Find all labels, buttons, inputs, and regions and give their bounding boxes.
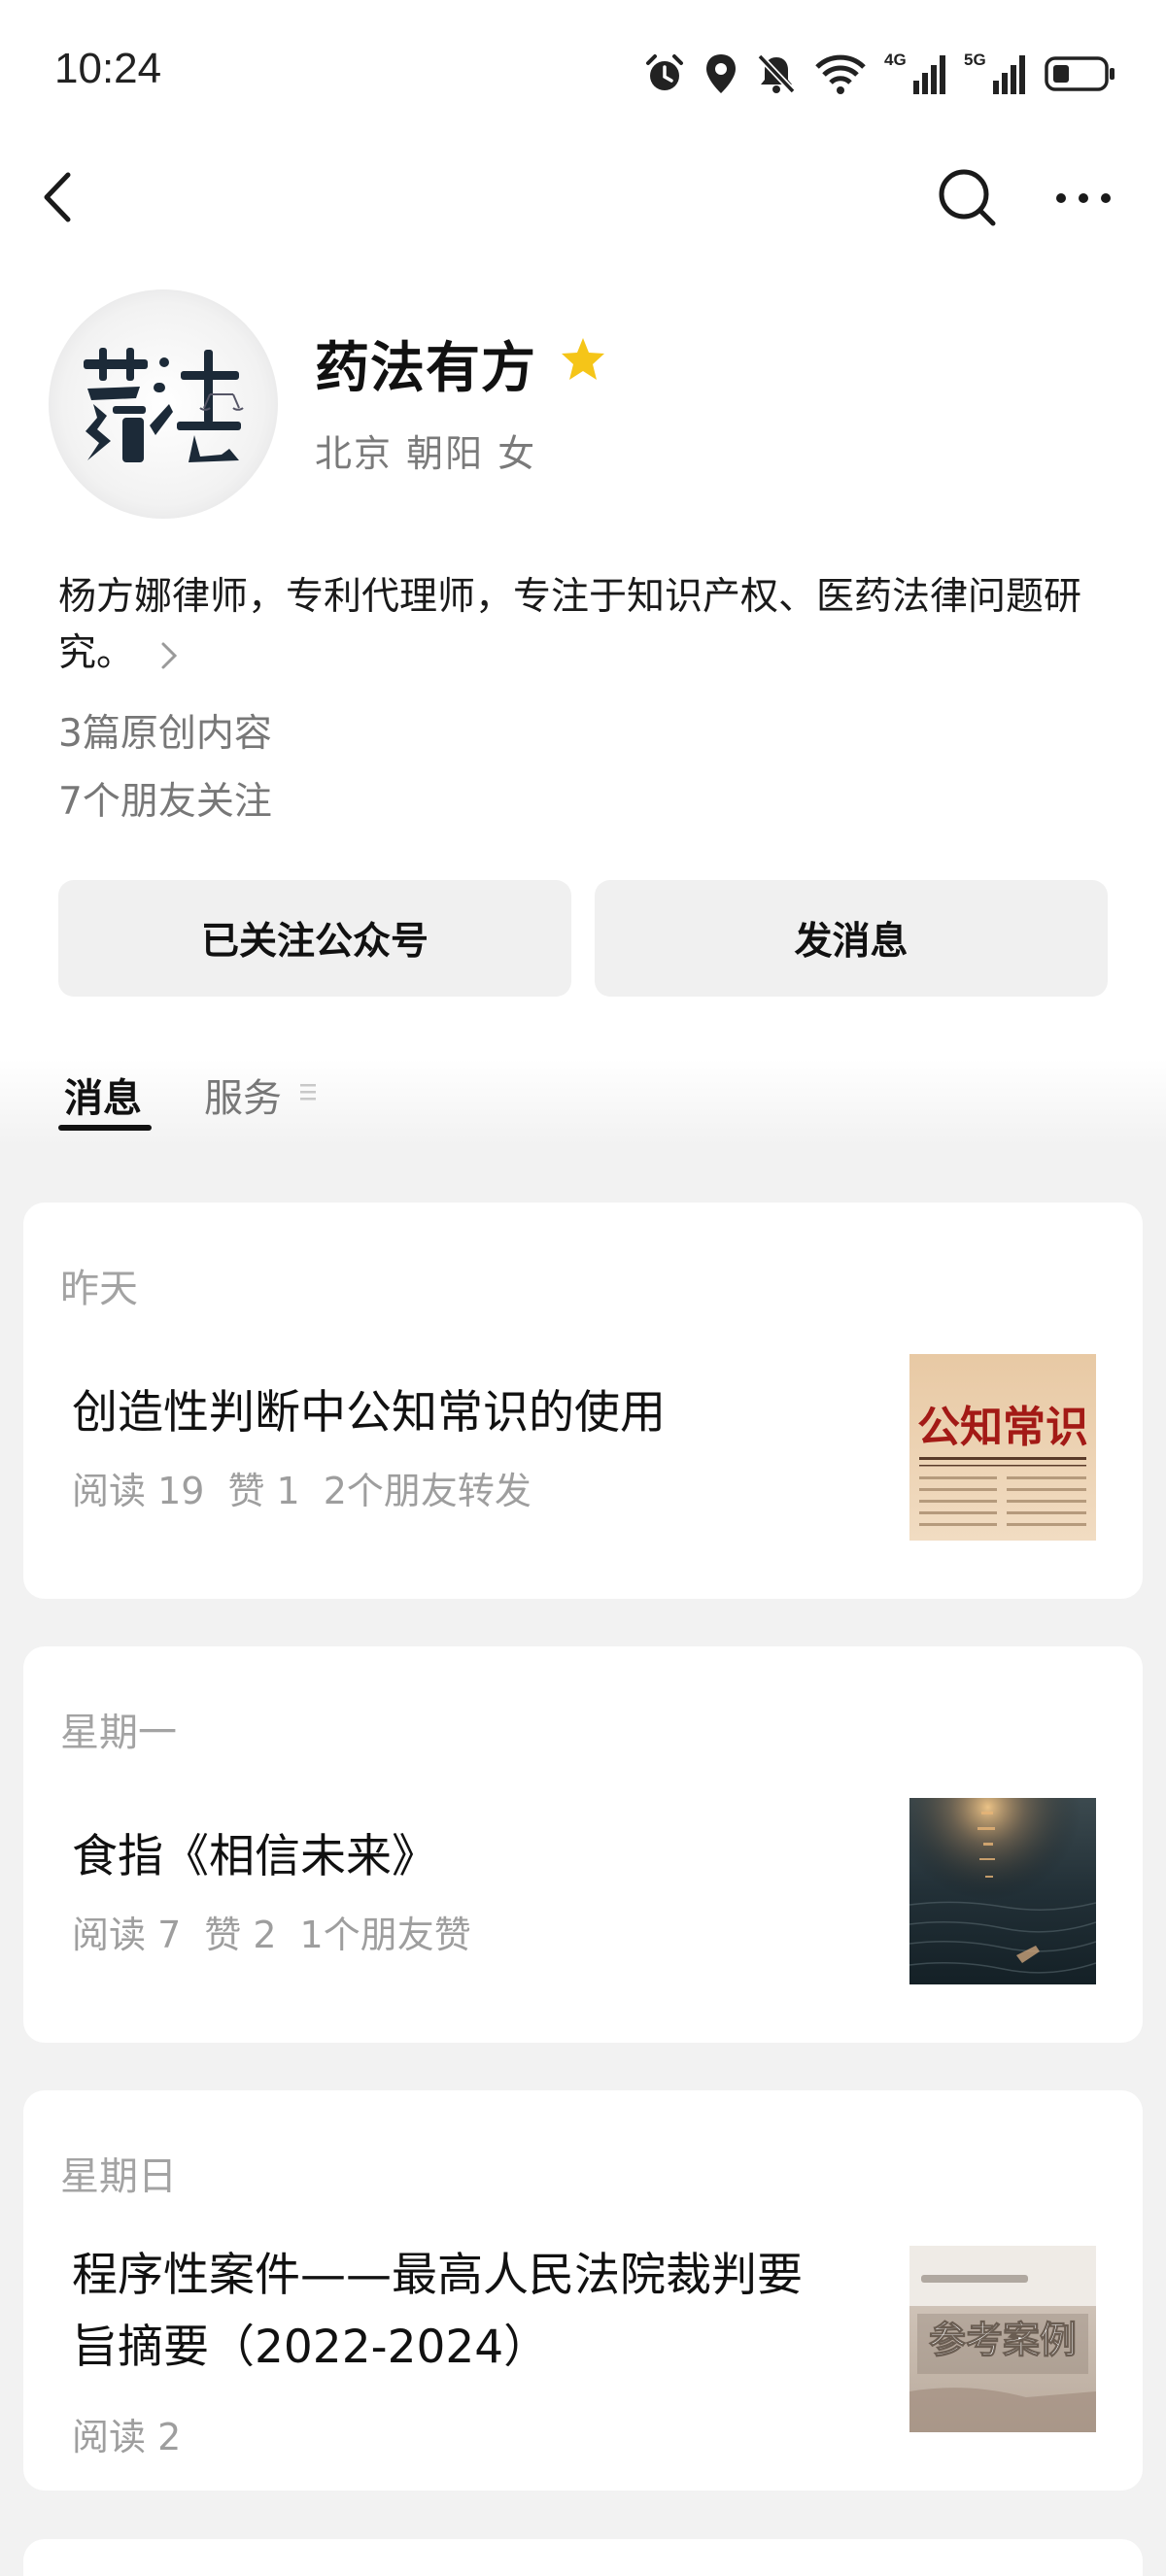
signal-5g-icon: 5G [964, 51, 1025, 94]
article-card[interactable] [23, 2539, 1143, 2576]
signal-4g-icon: 4G [884, 51, 945, 94]
article-likes: 赞 1 [227, 1470, 300, 1512]
friends-following[interactable]: 7个朋友关注 [58, 771, 272, 826]
menu-lines-icon [300, 1084, 316, 1101]
account-bio[interactable]: 杨方娜律师，专利代理师，专注于知识产权、医药法律问题研究。 [58, 569, 1127, 682]
status-time: 10:24 [54, 45, 162, 92]
article-card[interactable]: 昨天 创造性判断中公知常识的使用 阅读 19 赞 1 2个朋友转发 公知常识 [23, 1203, 1143, 1599]
thumbnail-text: 公知常识 [917, 1403, 1088, 1452]
article-reads: 阅读 7 [72, 1914, 182, 1956]
thumbnail-text: 参考案例 [929, 2319, 1077, 2361]
mute-icon [757, 53, 796, 94]
more-icon [1056, 193, 1111, 203]
network-label-4g: 4G [884, 51, 907, 69]
article-meta: 阅读 19 赞 1 2个朋友转发 [72, 1461, 555, 1514]
network-label-5g: 5G [964, 51, 986, 69]
article-thumbnail: 参考案例 [909, 2246, 1096, 2432]
more-button[interactable] [1049, 165, 1117, 233]
search-button[interactable] [933, 163, 1001, 231]
article-meta: 阅读 2 [72, 2407, 204, 2460]
original-count[interactable]: 3篇原创内容 [58, 703, 272, 758]
account-location: 北京 朝阳 女 [315, 432, 537, 475]
article-thumbnail: 公知常识 [909, 1354, 1096, 1541]
status-icons: 4G 5G [643, 49, 1117, 99]
tab-services[interactable]: 服务 [204, 1067, 282, 1123]
article-likes: 赞 2 [204, 1914, 277, 1956]
send-message-button[interactable]: 发消息 [595, 880, 1108, 997]
article-date: 昨天 [60, 1267, 138, 1311]
article-friends: 2个朋友转发 [323, 1470, 532, 1512]
article-card[interactable]: 星期日 程序性案件——最高人民法院裁判要 旨摘要（2022-2024） 阅读 2… [23, 2090, 1143, 2491]
article-thumbnail [909, 1798, 1096, 1984]
alarm-icon [646, 54, 683, 90]
article-reads: 阅读 2 [72, 2416, 182, 2458]
tab-messages[interactable]: 消息 [64, 1067, 142, 1123]
article-reads: 阅读 19 [72, 1470, 205, 1512]
wifi-icon [815, 54, 866, 94]
status-bar: 10:24 4G 5G [0, 0, 1166, 146]
logo-mark [84, 348, 244, 462]
article-title-line-2: 旨摘要（2022-2024） [72, 2321, 550, 2374]
location-icon [706, 54, 736, 93]
back-button[interactable] [33, 163, 91, 231]
article-date: 星期日 [60, 2154, 177, 2199]
search-icon [939, 169, 996, 226]
account-name: 药法有方 [315, 337, 536, 400]
article-title: 食指《相信未来》 [72, 1830, 437, 1883]
active-tab-indicator [58, 1125, 152, 1131]
article-title-line-1: 程序性案件——最高人民法院裁判要 [72, 2249, 803, 2302]
avatar[interactable] [49, 289, 278, 519]
followed-button[interactable]: 已关注公众号 [58, 880, 571, 997]
article-card[interactable]: 星期一 食指《相信未来》 阅读 7 赞 2 1个朋友赞 [23, 1646, 1143, 2043]
chevron-right-icon [161, 642, 178, 668]
article-date: 星期一 [60, 1711, 177, 1755]
bio-text: 杨方娜律师，专利代理师，专注于知识产权、医药法律问题研究。 [58, 575, 1082, 675]
article-title: 创造性判断中公知常识的使用 [72, 1386, 666, 1440]
back-icon [44, 172, 71, 222]
article-friends: 1个朋友赞 [299, 1914, 471, 1956]
article-meta: 阅读 7 赞 2 1个朋友赞 [72, 1905, 495, 1958]
star-icon [562, 338, 604, 380]
battery-icon [1045, 56, 1115, 91]
